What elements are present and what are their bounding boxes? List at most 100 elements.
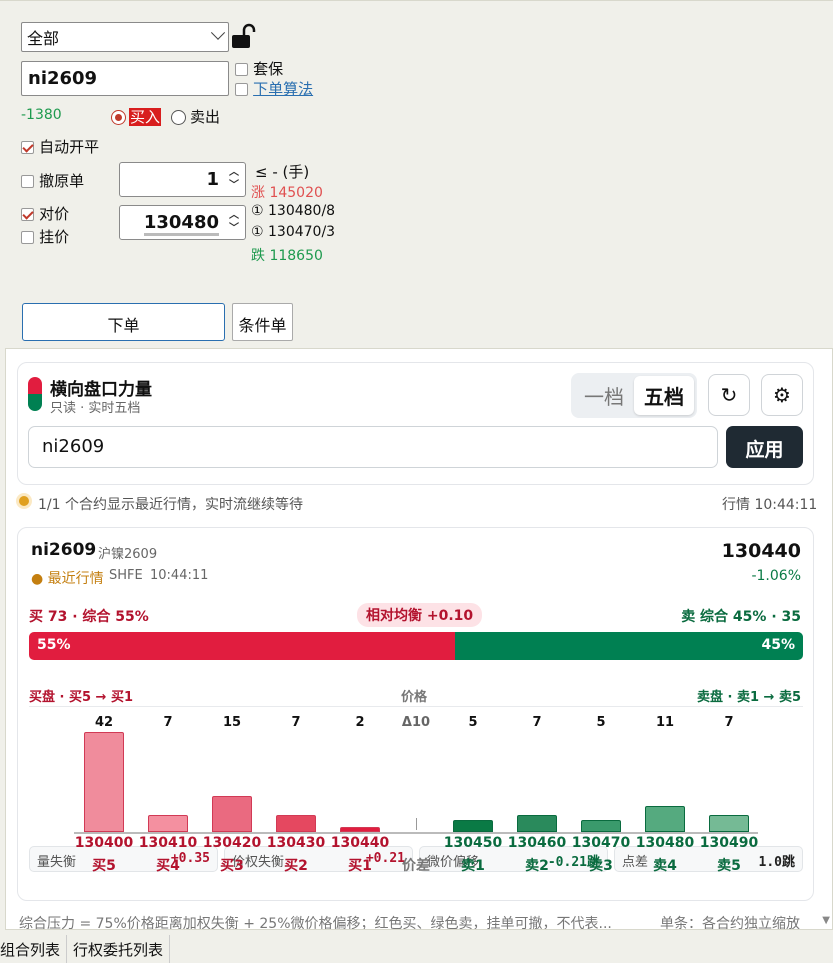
chevron-down-icon [210,25,226,40]
bid-price-label: 130420 [202,835,262,851]
gear-icon: ⚙ [773,383,791,407]
order-panel: 全部 ni2609 套保 下单算法 -1380 买入 卖出 自动开平 撤原单 1… [0,0,833,346]
symbol-input[interactable]: ni2609 [21,61,229,96]
counter-price-checkbox[interactable] [21,208,34,221]
contract-card: ni2609 沪镍2609 ● 最近行情 SHFE 10:44:11 13044… [17,527,814,901]
ask-volume-label: 7 [532,715,542,730]
cancel-orig-option[interactable]: 撤原单 [21,170,84,191]
buy-radio[interactable] [111,110,126,125]
bid-volume-label: 7 [291,715,301,730]
ask-bar [645,806,685,832]
bid-volume-label: 42 [94,715,114,730]
ask-price-label: 130470 [571,835,631,851]
ask-volume-label: 11 [655,715,675,730]
bid-ref[interactable]: ① 130470/3 [251,224,335,240]
footer-note-2: 单条：各合约独立缩放 [660,916,800,930]
bid-bar [84,732,124,832]
ask-level-label: 卖2 [525,858,549,874]
bid-bar [340,827,380,832]
depth-chart: Δ10 价差 42 130400 买5 7 130410 买4 15 130420 买3 7 130… [18,528,815,902]
chevron-up-icon[interactable]: ︿ [229,211,239,221]
algo-link[interactable]: 下单算法 [253,80,313,98]
spread-tick-label: Δ10 [401,715,431,730]
refresh-button[interactable]: ↻ [708,374,750,416]
tab-depth-5[interactable]: 五档 [634,376,694,415]
widget-logo [28,377,42,411]
tab-depth-1[interactable]: 一档 [574,376,634,415]
algo-checkbox[interactable] [235,83,248,96]
hedge-label: 套保 [253,60,284,78]
bottom-tab-bar: 组合列表 行权委托列表 [0,935,833,963]
tab-portfolio-list[interactable]: 组合列表 [0,935,68,963]
pending-price-label: 挂价 [39,228,70,246]
auto-openclose-option[interactable]: 自动开平 [21,136,99,157]
ask-price-label: 130490 [699,835,759,851]
auto-openclose-checkbox[interactable] [21,141,34,154]
ask-volume-label: 5 [596,715,606,730]
unlock-icon[interactable] [231,23,257,49]
ask-volume-label: 5 [468,715,478,730]
sell-radio-group[interactable]: 卖出 [171,106,220,127]
apply-button[interactable]: 应用 [726,426,803,468]
pending-price-checkbox[interactable] [21,231,34,244]
bid-volume-label: 2 [355,715,365,730]
ask-price-label: 130450 [443,835,503,851]
ask-level-label: 卖5 [717,858,741,874]
cancel-orig-label: 撤原单 [39,172,85,190]
orderbook-power-panel: 横向盘口力量 只读 · 实时五档 一档 五档 ↻ ⚙ ni2609 应用 1/1… [5,348,833,930]
scope-select[interactable]: 全部 [21,22,229,52]
widget-header-card: 横向盘口力量 只读 · 实时五档 一档 五档 ↻ ⚙ ni2609 应用 [17,362,814,485]
depth-toggle: 一档 五档 [571,373,697,418]
scroll-down-icon[interactable]: ▼ [822,915,830,926]
pending-price-option[interactable]: 挂价 [21,226,69,247]
bid-level-label: 买1 [348,858,372,874]
bid-bar [276,815,316,832]
ask-level-label: 卖3 [589,858,613,874]
buy-radio-group[interactable]: 买入 [111,106,162,127]
symbol-search-input[interactable]: ni2609 [28,426,718,468]
limit-up: 涨 145020 [251,185,323,201]
counter-price-label: 对价 [39,205,70,223]
ask-bar [709,815,749,832]
refresh-icon: ↻ [720,383,738,407]
conditional-order-button[interactable]: 条件单 [232,303,293,341]
sell-label: 卖出 [190,108,221,126]
settings-button[interactable]: ⚙ [761,374,803,416]
status-time: 行情 10:44:11 [722,497,818,513]
bid-bar [148,815,188,832]
bid-volume-label: 7 [163,715,173,730]
bid-bar [212,796,252,832]
hedge-checkbox[interactable] [235,63,248,76]
bid-price-label: 130400 [74,835,134,851]
submit-order-button[interactable]: 下单 [22,303,225,341]
scope-select-value: 全部 [27,29,60,48]
quantity-value: 1 [206,169,219,190]
ask-bar [581,820,621,832]
ask-bar [517,815,557,832]
bid-level-label: 买4 [156,858,180,874]
widget-subtitle: 只读 · 实时五档 [50,401,141,416]
bid-volume-label: 15 [222,715,242,730]
ask-volume-label: 7 [724,715,734,730]
bid-price-label: 130410 [138,835,198,851]
chevron-up-icon[interactable]: ︿ [229,168,239,178]
ask-ref[interactable]: ① 130480/8 [251,203,335,219]
limit-down: 跌 118650 [251,248,323,264]
spread-label: 价差 [402,858,430,874]
status-dot [19,496,29,506]
spread-marker [416,818,417,830]
status-text: 1/1 个合约显示最近行情，实时流继续等待 [38,497,303,513]
chevron-down-icon[interactable]: ﹀ [229,224,239,234]
bid-price-label: 130440 [330,835,390,851]
counter-price-option[interactable]: 对价 [21,203,69,224]
algo-option[interactable]: 下单算法 [235,78,313,99]
price-stepper[interactable]: 130480 ︿ ﹀ [119,205,246,240]
tab-exercise-orders[interactable]: 行权委托列表 [67,935,171,963]
quantity-stepper[interactable]: 1 ︿ ﹀ [119,162,246,197]
sell-radio[interactable] [171,110,186,125]
qty-hint: ≤ - (手) [255,163,310,181]
position-diff: -1380 [21,107,62,123]
cancel-orig-checkbox[interactable] [21,175,34,188]
chevron-down-icon[interactable]: ﹀ [229,181,239,191]
hedge-option[interactable]: 套保 [235,58,283,79]
